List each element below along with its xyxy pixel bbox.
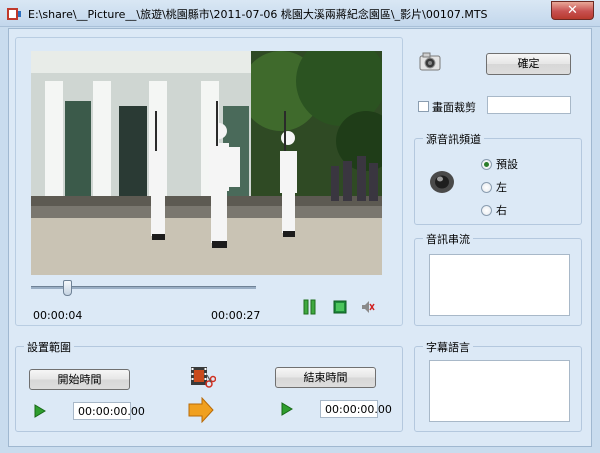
- start-time-button[interactable]: 開始時間: [29, 369, 130, 390]
- subtitle-title: 字幕語言: [423, 339, 473, 355]
- forward-arrow-icon: [188, 397, 214, 423]
- app-film-icon: [7, 8, 21, 20]
- audio-option-left[interactable]: 左: [481, 180, 507, 194]
- video-frame-image: [31, 51, 382, 275]
- pause-icon[interactable]: [303, 299, 317, 315]
- total-time: 00:00:27: [211, 309, 261, 322]
- ok-button[interactable]: 確定: [486, 53, 571, 75]
- audio-option-default[interactable]: 預設: [481, 157, 518, 171]
- snapshot-camera-icon[interactable]: [418, 51, 442, 73]
- crop-checkbox[interactable]: [418, 101, 429, 112]
- stop-icon[interactable]: [333, 300, 347, 314]
- crop-field[interactable]: [487, 96, 571, 114]
- current-time: 00:00:04: [33, 309, 83, 322]
- film-cut-icon: [191, 367, 216, 388]
- close-button[interactable]: ✕: [551, 1, 594, 20]
- range-group-title: 設置範圍: [24, 339, 74, 355]
- radio-right-icon[interactable]: [481, 204, 492, 216]
- start-time-field[interactable]: 00:00:00.00: [73, 402, 145, 420]
- end-time-field[interactable]: 00:00:00.00: [320, 400, 392, 418]
- audio-channel-title: 源音訊頻道: [423, 131, 484, 147]
- audio-stream-list[interactable]: [429, 254, 570, 316]
- speaker-icon: [430, 171, 454, 193]
- radio-default-icon[interactable]: [481, 158, 492, 170]
- play-start-icon[interactable]: [34, 404, 46, 418]
- audio-option-default-label: 預設: [496, 158, 518, 171]
- video-preview: [31, 51, 382, 275]
- audio-option-right[interactable]: 右: [481, 203, 507, 217]
- audio-option-right-label: 右: [496, 204, 507, 217]
- crop-label: 畫面裁剪: [432, 101, 476, 114]
- dialog-client: 00:00:04 00:00:27 設置範圍 開始時間 結束時間 00:00:0…: [8, 28, 592, 447]
- mute-speaker-icon[interactable]: [361, 300, 375, 314]
- subtitle-list[interactable]: [429, 360, 570, 422]
- seek-slider-thumb[interactable]: [63, 280, 73, 296]
- title-bar: E:\share\__Picture__\旅遊\桃園縣市\2011-07-06 …: [0, 0, 600, 27]
- audio-stream-title: 音訊串流: [423, 231, 473, 247]
- audio-option-left-label: 左: [496, 181, 507, 194]
- window-title: E:\share\__Picture__\旅遊\桃園縣市\2011-07-06 …: [28, 8, 488, 21]
- end-time-button[interactable]: 結束時間: [275, 367, 376, 388]
- play-end-icon[interactable]: [281, 402, 293, 416]
- radio-left-icon[interactable]: [481, 181, 492, 193]
